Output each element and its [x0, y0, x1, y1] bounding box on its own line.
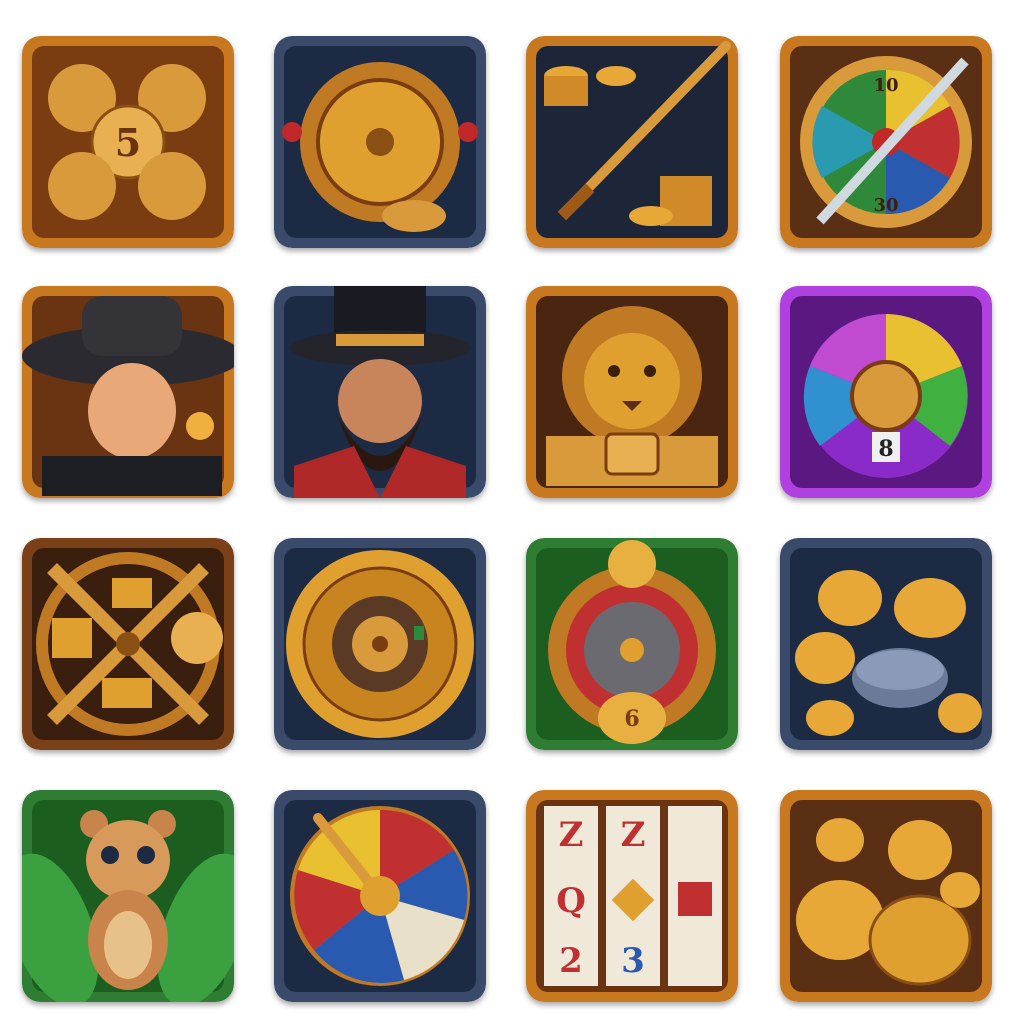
- explorer-character-icon[interactable]: [22, 286, 234, 498]
- wheel-label: 10: [873, 75, 898, 96]
- purple-wheel-icon[interactable]: 8: [780, 286, 992, 498]
- wheel-label: 30: [873, 195, 898, 216]
- green-roulette-icon[interactable]: 6: [526, 538, 738, 750]
- reel-symbol: 2: [559, 941, 583, 981]
- reel-symbol: Z: [559, 815, 584, 855]
- sword-wheel-icon[interactable]: 10 30: [780, 36, 992, 248]
- sword-coins-icon[interactable]: [526, 36, 738, 248]
- gold-crate-wheel-icon[interactable]: [22, 538, 234, 750]
- jungle-cub-icon[interactable]: [22, 790, 234, 1002]
- reel-symbol: Z: [621, 815, 646, 855]
- coins-chips-icon[interactable]: [780, 538, 992, 750]
- wheel-label: 8: [878, 436, 893, 462]
- gold-tiles-icon[interactable]: 5: [22, 36, 234, 248]
- slot-reels-icon[interactable]: Z Z Q 2 3: [526, 790, 738, 1002]
- lion-statue-icon[interactable]: [526, 286, 738, 498]
- gold-wheel-icon[interactable]: [274, 36, 486, 248]
- zodiac-roulette-icon[interactable]: [274, 538, 486, 750]
- reel-symbol: 3: [621, 941, 645, 981]
- icon-grid: 5 10 30 8 6 Z Z Q 2 3: [0, 0, 1024, 1024]
- tile-glyph: 5: [115, 120, 141, 165]
- coin-label: 6: [624, 706, 639, 732]
- coin-pile-icon[interactable]: [780, 790, 992, 1002]
- color-wheel-icon[interactable]: [274, 790, 486, 1002]
- top-hat-character-icon[interactable]: [274, 286, 486, 498]
- reel-symbol: Q: [556, 881, 586, 921]
